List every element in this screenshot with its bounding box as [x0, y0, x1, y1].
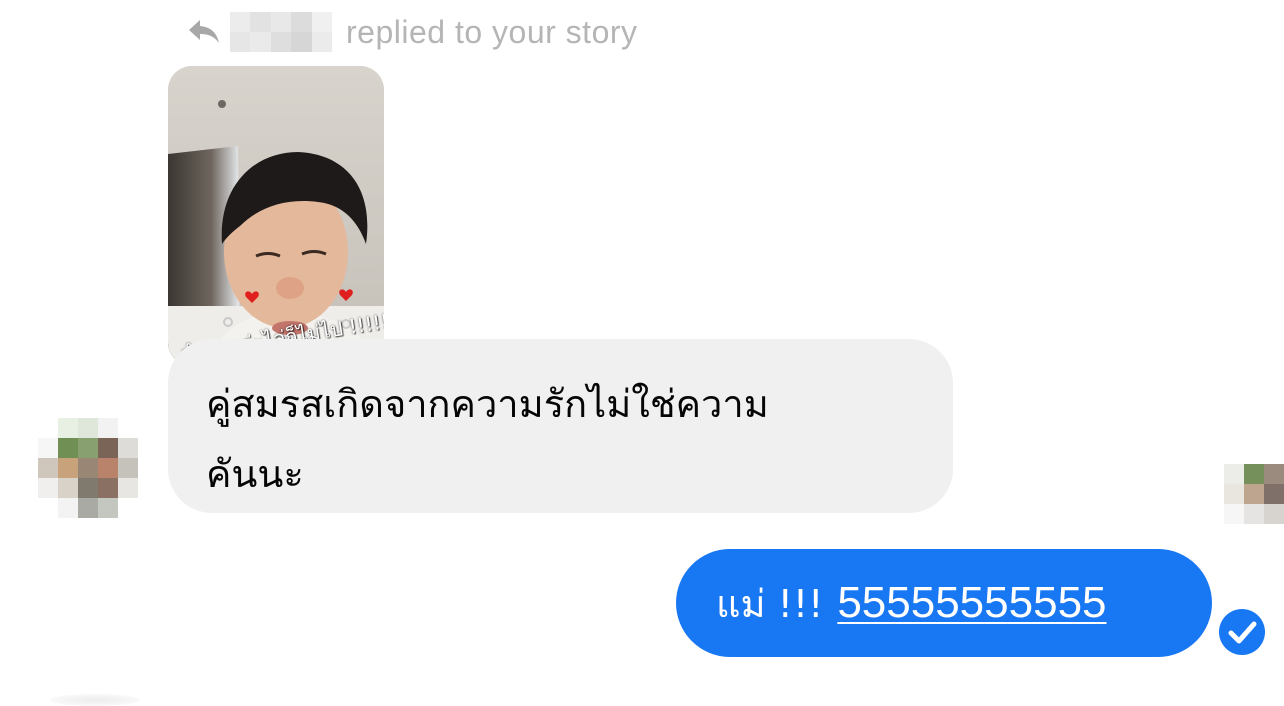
check-circle-icon [1219, 609, 1265, 655]
story-reply-header: replied to your story [186, 8, 638, 56]
incoming-message-line: คู่สมรสเกิดจากความรักไม่ใช่ความ [206, 382, 769, 426]
incoming-message-bubble[interactable]: คู่สมรสเกิดจากความรักไม่ใช่ความ คันนะ [168, 339, 953, 513]
own-avatar[interactable] [1204, 464, 1284, 524]
next-avatar-edge [50, 694, 140, 706]
blurred-sender-name [230, 12, 332, 52]
outgoing-message-text: แม่ !!! [716, 581, 824, 626]
reply-header-text: replied to your story [346, 13, 638, 50]
outgoing-message-link[interactable]: 55555555555 [837, 578, 1106, 628]
outgoing-message-bubble[interactable]: แม่ !!! 55555555555 [676, 549, 1212, 657]
reply-arrow-icon [189, 20, 219, 43]
story-thumbnail[interactable]: ลำคานว่ะไล่ก็ไม่ไป !!!!! [168, 66, 384, 366]
sender-avatar[interactable] [38, 418, 138, 518]
incoming-message-line: คันนะ [206, 452, 304, 496]
